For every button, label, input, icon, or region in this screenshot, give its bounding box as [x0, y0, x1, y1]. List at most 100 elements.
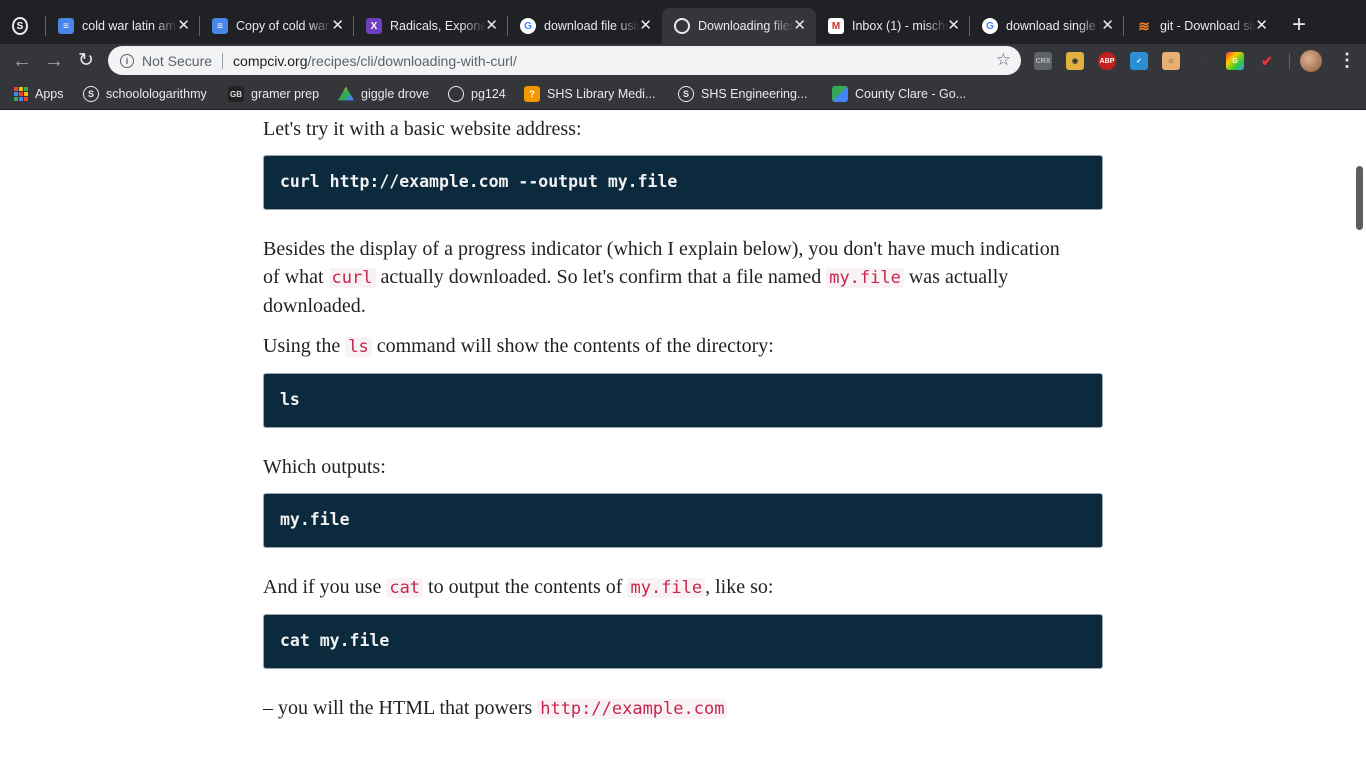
- page-viewport: Let's try it with a basic website addres…: [0, 111, 1366, 768]
- scrollbar-thumb[interactable]: [1356, 166, 1363, 230]
- text-run: – you will the HTML that powers: [263, 697, 538, 719]
- face-extension-icon[interactable]: ☺: [1162, 52, 1180, 70]
- bookmark-label: Apps: [35, 87, 64, 101]
- leaf-extension-icon[interactable]: ✦: [1194, 52, 1212, 70]
- code-block-curl: curl http://example.com --output my.file: [263, 155, 1103, 210]
- library-icon: ?: [524, 86, 540, 102]
- url-text[interactable]: compciv.org/recipes/cli/downloading-with…: [233, 53, 517, 69]
- code-text: ls: [280, 390, 300, 409]
- close-icon[interactable]: ✕: [947, 17, 960, 35]
- tab-6[interactable]: M Inbox (1) - mischief ✕: [816, 8, 970, 44]
- tab-4[interactable]: G download file using curl ✕: [508, 8, 662, 44]
- profile-avatar[interactable]: [1300, 50, 1322, 72]
- paragraph-cat: And if you use cat to output the content…: [263, 573, 773, 603]
- tab-title: download file using curl: [544, 19, 640, 33]
- reload-button[interactable]: ↻: [73, 48, 99, 74]
- tab-title: Inbox (1) - mischief: [852, 19, 948, 33]
- inline-code-curl: curl: [328, 268, 376, 288]
- inline-code-myfile: my.file: [627, 578, 706, 598]
- close-icon[interactable]: ✕: [331, 17, 344, 35]
- url-path: /recipes/cli/downloading-with-curl/: [307, 52, 517, 69]
- globe-icon: [448, 86, 464, 102]
- inline-code-example-url: http://example.com: [537, 699, 728, 719]
- text-run: And if you use: [263, 576, 387, 598]
- new-tab-button[interactable]: +: [1292, 12, 1306, 38]
- bookmark-pg124[interactable]: pg124: [448, 85, 506, 103]
- color-extension-icon[interactable]: G: [1226, 52, 1244, 70]
- tab-title: git - Download single file: [1160, 19, 1256, 33]
- text-run: , like so:: [705, 576, 774, 598]
- paragraph-progress-line1: Besides the display of a progress indica…: [263, 238, 1060, 260]
- tab-2[interactable]: ≡ Copy of cold war ✕: [200, 8, 354, 44]
- owl-extension-icon[interactable]: ◉: [1066, 52, 1084, 70]
- tab-1[interactable]: ≡ cold war latin america ✕: [46, 8, 200, 44]
- adblock-extension-icon[interactable]: ABP: [1098, 52, 1116, 70]
- close-icon[interactable]: ✕: [1101, 17, 1114, 35]
- paragraph-progress-line3: downloaded.: [263, 295, 366, 317]
- crx-extension-icon[interactable]: CRX: [1034, 52, 1052, 70]
- bookmark-county-clare[interactable]: County Clare - Go...: [832, 85, 966, 103]
- bookmark-shs-library[interactable]: ? SHS Library Medi...: [524, 85, 655, 103]
- bookmark-label: gramer prep: [251, 87, 320, 101]
- info-icon[interactable]: i: [120, 53, 134, 68]
- schoolology-icon: S: [83, 86, 99, 102]
- paragraph-intro: Let's try it with a basic website addres…: [263, 118, 582, 140]
- tab-pinned-schoolology[interactable]: S: [0, 8, 46, 44]
- back-button[interactable]: ←: [9, 48, 35, 74]
- apps-icon: [14, 87, 28, 101]
- text-run: actually downloaded. So let's confirm th…: [375, 266, 827, 288]
- code-block-ls: ls: [263, 373, 1103, 428]
- text-run: was actually: [903, 266, 1009, 288]
- url-host: compciv.org: [233, 52, 308, 69]
- close-icon[interactable]: ✕: [177, 17, 190, 35]
- tab-5-active[interactable]: Downloading files with curl ✕: [662, 8, 816, 44]
- bookmark-label: schoolologarithmy: [106, 87, 207, 101]
- bookmark-label: County Clare - Go...: [855, 87, 967, 101]
- forward-button[interactable]: →: [41, 48, 67, 74]
- code-block-cat: cat my.file: [263, 614, 1103, 669]
- bookmark-label: giggle drove: [361, 87, 430, 101]
- tab-title: cold war latin america: [82, 19, 178, 33]
- drive-icon: [338, 86, 354, 101]
- code-block-output: my.file: [263, 493, 1103, 548]
- scrollbar[interactable]: [1351, 111, 1366, 768]
- schoolology-icon: S: [12, 17, 28, 35]
- stackoverflow-icon: ≋: [1138, 17, 1150, 34]
- text-run: Using the: [263, 335, 346, 357]
- paragraph-outputs: Which outputs:: [263, 456, 386, 478]
- bookmark-giggle-drove[interactable]: giggle drove: [338, 85, 429, 103]
- close-icon[interactable]: ✕: [485, 17, 498, 35]
- tab-title: Copy of cold war: [236, 19, 330, 33]
- bookmark-label: pg124: [471, 87, 506, 101]
- browser-toolbar: ← → ↻ i Not Secure compciv.org/recipes/c…: [0, 44, 1366, 78]
- tab-title: Radicals, Exponents: [390, 19, 486, 33]
- swoosh-extension-icon[interactable]: ✔: [1258, 52, 1276, 70]
- tab-title: Downloading files with curl: [698, 19, 794, 33]
- check-extension-icon[interactable]: ✓: [1130, 52, 1148, 70]
- close-icon[interactable]: ✕: [793, 17, 806, 35]
- text-run: command will show the contents of the di…: [371, 335, 774, 357]
- tab-title: download single file git: [1006, 19, 1102, 33]
- bookmark-label: SHS Engineering...: [701, 87, 808, 101]
- tab-7[interactable]: G download single file git ✕: [970, 8, 1124, 44]
- globe-icon: [674, 18, 690, 34]
- docs-icon: ≡: [58, 18, 74, 34]
- gmail-icon: M: [828, 18, 844, 34]
- paragraph-progress-line2: of what curl actually downloaded. So let…: [263, 263, 1008, 293]
- bookmark-gramer-prep[interactable]: GB gramer prep: [228, 85, 319, 103]
- code-text: my.file: [280, 510, 350, 529]
- close-icon[interactable]: ✕: [1255, 17, 1268, 35]
- bookmark-apps[interactable]: Apps: [14, 85, 64, 103]
- bookmark-schoolologarithmy[interactable]: S schoolologarithmy: [83, 85, 207, 103]
- tab-8[interactable]: ≋ git - Download single file ✕: [1124, 8, 1278, 44]
- menu-icon[interactable]: ⋮: [1338, 49, 1356, 71]
- address-bar[interactable]: i Not Secure compciv.org/recipes/cli/dow…: [108, 46, 1021, 75]
- close-icon[interactable]: ✕: [639, 17, 652, 35]
- bookmark-star-icon[interactable]: ☆: [996, 50, 1011, 70]
- schoolology-icon: S: [678, 86, 694, 102]
- tab-3[interactable]: X Radicals, Exponents ✕: [354, 8, 508, 44]
- inline-code-cat: cat: [386, 578, 424, 598]
- text-run: of what: [263, 266, 329, 288]
- x-icon: X: [366, 18, 382, 34]
- bookmark-shs-engineering[interactable]: S SHS Engineering...: [678, 85, 807, 103]
